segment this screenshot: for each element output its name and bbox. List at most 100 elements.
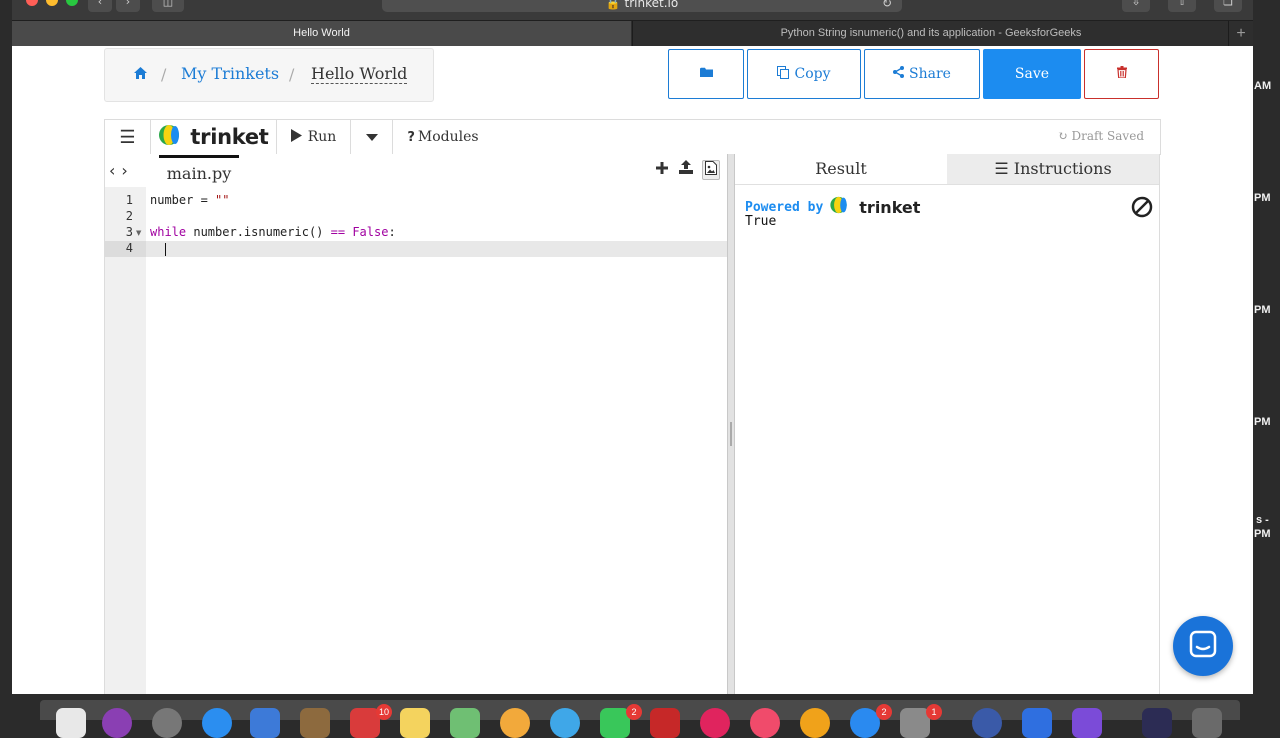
desktop-text: PM [1254,416,1271,428]
office-icon[interactable] [650,708,680,738]
browser-tab-hello-world[interactable]: Hello World [12,21,631,46]
minimize-window-icon[interactable] [46,0,58,6]
tab-instructions[interactable]: ☰ Instructions [947,154,1159,185]
breadcrumb: / My Trinkets / Hello World [104,48,434,102]
program-output: True [745,214,777,229]
active-line-highlight [146,241,727,257]
trinket-brand[interactable]: trinket [151,120,277,154]
code-editor: ‹› main.py 1 2 3 ▼ 4 number = "" while n… [104,154,728,694]
editor-toolbar: ☰ trinket Run ? Modules ↻ Draft Saved [104,119,1161,155]
caret-down-icon [365,130,378,144]
add-file-icon[interactable] [654,160,670,180]
reload-icon[interactable]: ↻ [882,0,892,13]
trash-icon [1116,66,1127,82]
share-label: Share [909,66,951,82]
macos-dock: 10 2 2 1 [40,700,1240,738]
finder-icon[interactable] [56,708,86,738]
forward-icon[interactable]: › [116,0,140,12]
music-icon[interactable] [750,708,780,738]
close-window-icon[interactable] [26,0,38,6]
breadcrumb-separator: / [161,65,167,84]
breadcrumb-separator: / [289,65,295,84]
splitter-grip[interactable] [730,422,732,446]
url-bar[interactable]: 🔒 trinket.io ↻ [382,0,902,12]
save-button[interactable]: Save [983,49,1081,99]
run-label: Run [307,129,337,145]
code-text: number.isnumeric() [186,225,331,239]
share-browser-icon[interactable]: ⇧ [1168,0,1196,12]
launchpad-icon[interactable] [152,708,182,738]
run-options-dropdown[interactable] [351,120,393,154]
home-icon[interactable] [133,65,148,84]
breadcrumb-my-trinkets[interactable]: My Trinkets [181,64,279,83]
refresh-icon: ↻ [1057,129,1068,143]
copy-button[interactable]: Copy [747,49,861,99]
stop-icon[interactable] [1131,196,1153,218]
image-icon[interactable] [702,160,720,180]
calendar-badge: 10 [376,704,392,720]
delete-button[interactable] [1084,49,1159,99]
news-icon[interactable] [700,708,730,738]
notes-icon[interactable] [400,708,430,738]
chevron-left-icon[interactable]: ‹ [109,161,121,180]
share-button[interactable]: Share [864,49,980,99]
desktop-text: PM [1254,192,1271,204]
app-icon[interactable] [972,708,1002,738]
app-icon[interactable] [1072,708,1102,738]
contacts-icon[interactable] [300,708,330,738]
tab-result[interactable]: Result [735,154,947,185]
chat-launcher-button[interactable] [1173,616,1233,676]
messages-badge: 2 [626,704,642,720]
browser-tab-bar: Hello World Python String isnumeric() an… [12,20,1253,46]
system-preferences-badge: 1 [926,704,942,720]
app-icon[interactable] [1142,708,1172,738]
fold-icon[interactable]: ▼ [136,229,141,237]
tab-instructions-label: Instructions [1013,159,1112,178]
zoom-icon[interactable] [1022,708,1052,738]
share-icon [893,66,905,82]
file-tools [654,160,720,180]
trinket-title[interactable]: Hello World [311,64,408,84]
line-number: 3 [125,225,133,239]
upload-icon[interactable] [678,160,694,180]
back-icon[interactable]: ‹ [88,0,112,12]
new-tab-button[interactable]: + [1228,21,1253,46]
text-cursor [165,243,166,256]
code-area[interactable]: number = "" while number.isnumeric() == … [146,187,728,694]
run-button[interactable]: Run [277,120,351,154]
folder-icon [699,66,713,82]
save-label: Save [1014,66,1050,82]
browser-tab-geeksforgeeks[interactable]: Python String isnumeric() and its applic… [632,21,1229,46]
maps-icon[interactable] [450,708,480,738]
code-text: : [388,225,396,239]
code-line-1: number = "" [150,193,229,207]
browser-titlebar: ‹ › ◫ 🔒 trinket.io ↻ ⇩ ⇧ ❏ [12,0,1253,20]
modules-button[interactable]: ? Modules [393,120,493,154]
folder-button[interactable] [668,49,744,99]
tabs-overview-icon[interactable]: ❏ [1214,0,1242,12]
safari-icon[interactable] [202,708,232,738]
facetime-icon[interactable] [550,708,580,738]
maximize-window-icon[interactable] [66,0,78,6]
hamburger-icon: ☰ [119,126,136,148]
app-store-badge: 2 [876,704,892,720]
desktop-text: PM [1254,528,1271,540]
sidebar-toggle-icon[interactable]: ◫ [152,0,184,12]
panel-splitter[interactable] [727,154,735,694]
mail-icon[interactable] [250,708,280,738]
line-gutter: 1 2 3 ▼ 4 [105,187,146,694]
file-tab-main-py[interactable]: main.py [159,155,239,189]
question-icon: ? [407,129,415,145]
books-icon[interactable] [800,708,830,738]
code-line-3: while number.isnumeric() == False: [150,225,396,239]
trash-dock-icon[interactable] [1192,708,1222,738]
file-nav: ‹› [109,161,134,180]
downloads-icon[interactable]: ⇩ [1122,0,1150,12]
copy-icon [777,65,790,83]
photos-icon[interactable] [500,708,530,738]
chevron-right-icon[interactable]: › [121,161,133,180]
siri-icon[interactable] [102,708,132,738]
menu-button[interactable]: ☰ [105,120,151,154]
trinket-brand-name: trinket [190,125,269,149]
result-tabs: Result ☰ Instructions [735,154,1159,185]
